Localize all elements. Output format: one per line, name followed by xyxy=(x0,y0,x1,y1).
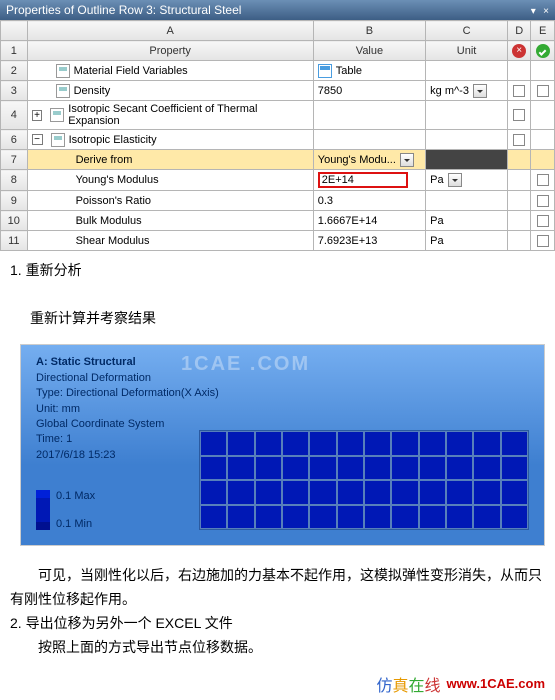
prop-label: Isotropic Elasticity xyxy=(69,134,157,146)
step-2-sub: 按照上面的方式导出节点位移数据。 xyxy=(10,636,545,660)
delete-icon[interactable]: × xyxy=(512,44,526,58)
table-row: 11 Shear Modulus 7.6923E+13 Pa xyxy=(1,231,555,251)
table-row: 8 Young's Modulus 2E+14 Pa xyxy=(1,170,555,191)
prop-label[interactable]: Shear Modulus xyxy=(28,231,313,250)
prop-label[interactable]: Poisson's Ratio xyxy=(28,191,313,210)
hdr-unit: Unit xyxy=(426,41,507,60)
cell-value[interactable]: 0.3 xyxy=(314,191,425,210)
prop-label: Isotropic Secant Coefficient of Thermal … xyxy=(68,103,308,127)
dropdown-icon[interactable] xyxy=(400,153,414,167)
col-A: A xyxy=(27,21,313,41)
table-row: 3 Density 7850 kg m^-3 xyxy=(1,81,555,101)
table-row: 2 Material Field Variables Table xyxy=(1,61,555,81)
step-2: 2. 导出位移为另外一个 EXCEL 文件 xyxy=(10,612,545,636)
col-B: B xyxy=(313,21,425,41)
prop-label: Density xyxy=(74,85,111,97)
window-title: Properties of Outline Row 3: Structural … xyxy=(6,3,241,17)
cell-value: Table xyxy=(336,65,362,77)
dropdown-icon[interactable] xyxy=(448,173,462,187)
legend-max: 0.1 Max xyxy=(56,490,95,502)
window-titlebar: Properties of Outline Row 3: Structural … xyxy=(0,0,555,20)
collapse-icon[interactable]: − xyxy=(32,134,43,145)
checkbox[interactable] xyxy=(537,195,549,207)
expand-icon[interactable]: + xyxy=(32,110,43,121)
checkbox[interactable] xyxy=(537,215,549,227)
close-icon[interactable]: × xyxy=(543,6,549,17)
density-icon xyxy=(56,84,70,98)
step-1-sub: 重新计算并考察结果 xyxy=(10,307,545,331)
checkbox[interactable] xyxy=(537,85,549,97)
cell-value-highlighted: 2E+14 xyxy=(318,172,408,188)
paragraph-1: 可见，当刚性化以后，右边施加的力基本不起作用，这模拟弹性变形消失，从而只有刚性位… xyxy=(10,564,545,612)
table-row: 9 Poisson's Ratio 0.3 xyxy=(1,191,555,211)
elasticity-icon xyxy=(51,133,65,147)
page-footer: 仿真在线 www.1CAE.com xyxy=(0,668,555,700)
col-D: D xyxy=(507,21,531,41)
prop-label[interactable]: Derive from xyxy=(28,150,313,169)
cell-unit: Pa xyxy=(426,231,507,250)
brand-logo: 仿真在线 xyxy=(376,672,440,696)
header-row: 1 Property Value Unit × xyxy=(1,41,555,61)
table-row: 6 −Isotropic Elasticity xyxy=(1,130,555,150)
mesh-model xyxy=(199,430,529,530)
result-viewer: 1CAE .COM A: Static Structural Direction… xyxy=(20,344,545,546)
cell-unit: Pa xyxy=(426,211,507,230)
field-vars-icon xyxy=(56,64,70,78)
col-C: C xyxy=(426,21,508,41)
cell-value: 1.6667E+14 xyxy=(314,211,425,230)
hdr-value: Value xyxy=(314,41,425,60)
table-row-selected: 7 Derive from Young's Modu... xyxy=(1,150,555,170)
checkbox[interactable] xyxy=(537,235,549,247)
checkbox[interactable] xyxy=(537,174,549,186)
cell-value: Young's Modu... xyxy=(318,154,396,166)
checkbox[interactable] xyxy=(513,85,525,97)
checkbox[interactable] xyxy=(513,109,525,121)
table-row: 10 Bulk Modulus 1.6667E+14 Pa xyxy=(1,211,555,231)
legend-gradient xyxy=(36,490,50,530)
prop-label: Material Field Variables xyxy=(74,65,188,77)
column-letters-row: A B C D E xyxy=(1,21,555,41)
properties-grid: A B C D E 1 Property Value Unit × 2 Mate… xyxy=(0,20,555,251)
legend-min: 0.1 Min xyxy=(56,518,95,530)
prop-label[interactable]: Bulk Modulus xyxy=(28,211,313,230)
cell-unit: Pa xyxy=(430,174,443,186)
prop-label[interactable]: Young's Modulus xyxy=(28,170,313,190)
cell-value[interactable]: 7850 xyxy=(314,81,425,100)
col-E: E xyxy=(531,21,555,41)
step-1: 1. 重新分析 xyxy=(10,259,545,283)
table-row: 4 +Isotropic Secant Coefficient of Therm… xyxy=(1,101,555,130)
cell-value: 7.6923E+13 xyxy=(314,231,425,250)
expansion-icon xyxy=(50,108,64,122)
color-legend: 0.1 Max 0.1 Min xyxy=(36,490,95,530)
hdr-property: Property xyxy=(28,41,313,60)
checkbox[interactable] xyxy=(513,134,525,146)
collapse-icon[interactable]: ▾ xyxy=(531,6,536,17)
watermark: 1CAE .COM xyxy=(181,353,310,376)
cell-unit: kg m^-3 xyxy=(430,85,469,97)
ok-icon[interactable] xyxy=(536,44,550,58)
table-icon xyxy=(318,64,332,78)
footer-url[interactable]: www.1CAE.com xyxy=(447,676,545,691)
dropdown-icon[interactable] xyxy=(473,84,487,98)
